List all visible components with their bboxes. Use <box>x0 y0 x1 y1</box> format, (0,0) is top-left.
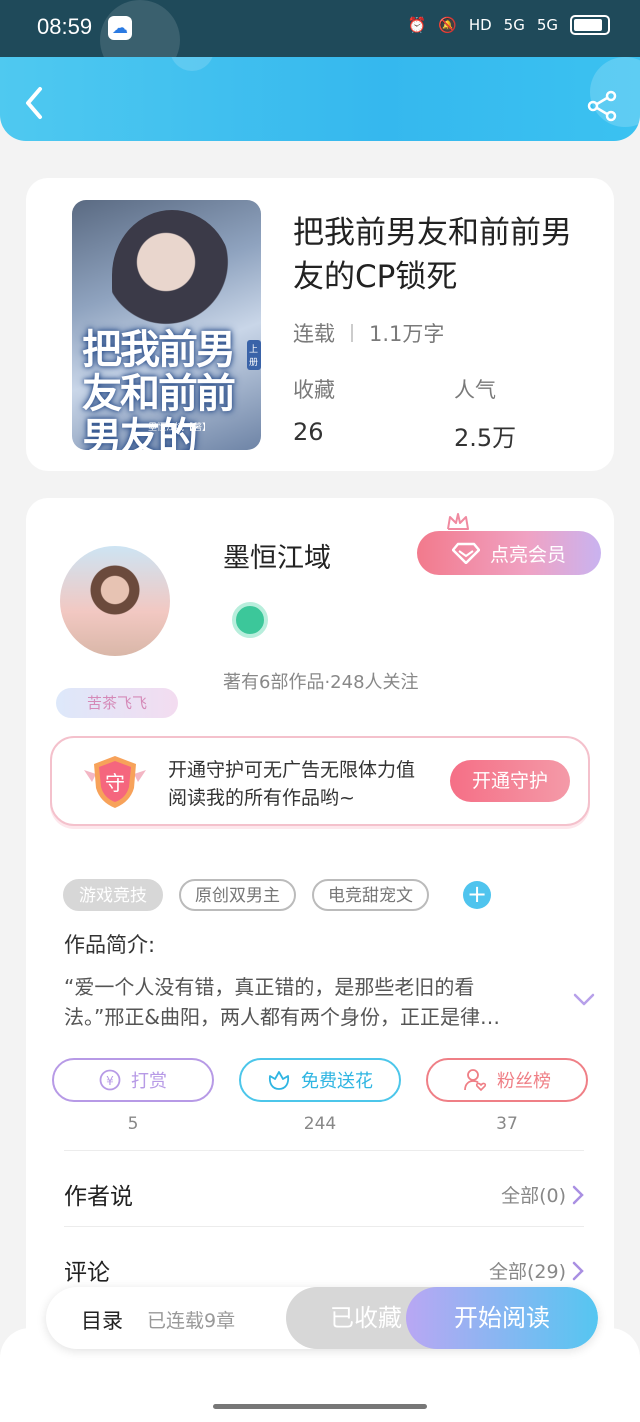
favorites-label: 收藏 <box>293 378 335 402</box>
guard-shield-icon: 守 <box>84 756 146 808</box>
svg-text:¥: ¥ <box>106 1074 114 1088</box>
light-vip-button[interactable]: 点亮会员 <box>417 531 601 575</box>
fans-label: 粉丝榜 <box>497 1071 551 1092</box>
favorites-count: 26 <box>293 418 324 446</box>
open-guard-button[interactable]: 开通守护 <box>450 760 570 802</box>
author-says-row[interactable]: 作者说 全部(0) <box>64 1150 584 1226</box>
author-card: 苦茶飞飞 墨恒江域 点亮会员 著有6部作品·248人关注 守 开通守护可无广告无… <box>26 498 614 1368</box>
book-info-card: 把我前男友和前前男友的 上册 墨恒江域【著】 把我前男友和前前男友的CP锁死 连… <box>26 178 614 471</box>
crown-icon <box>447 513 469 530</box>
home-indicator[interactable] <box>213 1404 427 1409</box>
serial-chapters: 已连载9章 <box>147 1310 236 1332</box>
bottom-action-bar: 目录 已连载9章 已收藏 开始阅读 <box>46 1287 598 1349</box>
back-arrow-icon[interactable] <box>20 85 50 121</box>
action-row: ¥ 打赏 5 免费送花 244 粉丝榜 37 <box>52 1058 588 1134</box>
author-says-link[interactable]: 全部(0) <box>501 1181 584 1208</box>
add-tag-button[interactable]: + <box>463 881 491 909</box>
vip-button-label: 点亮会员 <box>489 543 566 566</box>
tag-bl[interactable]: 原创双男主 <box>179 879 296 911</box>
author-says-label: 作者说 <box>64 1184 133 1210</box>
header-bar <box>0 57 640 141</box>
signal-5g-icon: 5G <box>503 16 525 34</box>
status-icons: ⏰ 🔕 HD 5G 5G <box>407 15 610 35</box>
share-icon[interactable] <box>586 90 618 122</box>
book-title: 把我前男友和前前男友的CP锁死 <box>293 215 572 295</box>
tip-button[interactable]: ¥ 打赏 <box>52 1058 214 1102</box>
status-bar: 08:59 ☁ ⏰ 🔕 HD 5G 5G <box>0 0 640 80</box>
favorites-stat: 收藏 26 <box>293 374 335 446</box>
flower-count: 244 <box>303 1114 337 1134</box>
mute-icon: 🔕 <box>438 16 457 34</box>
user-heart-icon <box>464 1069 487 1092</box>
tag-game[interactable]: 游戏竞技 <box>63 879 163 911</box>
tip-action: ¥ 打赏 5 <box>52 1058 214 1134</box>
popularity-stat: 人气 2.5万 <box>454 374 516 453</box>
avatar-badge: 苦茶飞飞 <box>56 688 178 718</box>
baidu-app-icon: ☁ <box>108 16 132 40</box>
book-meta: 连载 1.1万字 <box>293 318 444 348</box>
alarm-icon: ⏰ <box>407 16 427 34</box>
clock: 08:59 <box>37 14 93 39</box>
tag-esports[interactable]: 电竞甜宠文 <box>312 879 429 911</box>
send-flower-button[interactable]: 免费送花 <box>239 1058 401 1102</box>
tip-count: 5 <box>127 1114 139 1134</box>
flower-icon <box>268 1071 290 1090</box>
fans-count: 37 <box>496 1114 518 1134</box>
book-cover-image[interactable]: 把我前男友和前前男友的 上册 墨恒江域【著】 <box>72 200 261 450</box>
divider <box>351 324 353 342</box>
cover-author: 墨恒江域【著】 <box>148 423 212 433</box>
popularity-label: 人气 <box>454 378 496 402</box>
popularity-count: 2.5万 <box>454 424 517 452</box>
guard-promo-text: 开通守护可无广告无限体力值阅读我的所有作品哟~ <box>168 759 416 809</box>
comments-label: 评论 <box>64 1260 110 1286</box>
chevron-right-icon <box>572 1261 584 1280</box>
chevron-right-icon <box>572 1185 584 1204</box>
handshake-badge-icon <box>232 602 268 638</box>
fans-action: 粉丝榜 37 <box>426 1058 588 1134</box>
tip-label: 打赏 <box>131 1071 167 1092</box>
intro-text[interactable]: “爱一个人没有错，真正错的，是那些老旧的看法。”邢正&曲阳，两人都有两个身份，正… <box>64 972 534 1032</box>
word-count: 1.1万字 <box>369 322 445 346</box>
author-avatar[interactable] <box>60 546 170 656</box>
battery-icon <box>570 15 610 35</box>
author-says-count: 全部(0) <box>501 1185 566 1207</box>
guard-promo-box: 守 开通守护可无广告无限体力值阅读我的所有作品哟~ 开通守护 <box>50 736 590 826</box>
svg-text:守: 守 <box>105 771 125 795</box>
signal-5g-icon-2: 5G <box>536 16 558 34</box>
start-reading-button[interactable]: 开始阅读 <box>406 1287 598 1349</box>
comments-link[interactable]: 全部(29) <box>489 1257 584 1284</box>
hd-icon: HD <box>468 16 492 34</box>
chevron-down-icon[interactable] <box>572 992 596 1008</box>
fans-rank-button[interactable]: 粉丝榜 <box>426 1058 588 1102</box>
flower-label: 免费送花 <box>301 1071 373 1092</box>
yen-icon: ¥ <box>99 1069 121 1091</box>
comments-count: 全部(29) <box>488 1261 566 1283</box>
intro-heading: 作品简介: <box>64 933 156 957</box>
cover-tag: 上册 <box>247 340 261 370</box>
flower-action: 免费送花 244 <box>239 1058 401 1134</box>
author-name[interactable]: 墨恒江域 <box>223 536 331 575</box>
decorative-bubble <box>170 57 214 71</box>
diamond-icon <box>451 542 480 564</box>
serial-status: 连载 <box>293 322 335 346</box>
tag-list: 游戏竞技 原创双男主 电竞甜宠文 + <box>63 879 491 911</box>
cover-figure <box>112 210 232 340</box>
toc-button[interactable]: 目录 <box>81 1305 123 1335</box>
author-stats: 著有6部作品·248人关注 <box>223 672 419 693</box>
